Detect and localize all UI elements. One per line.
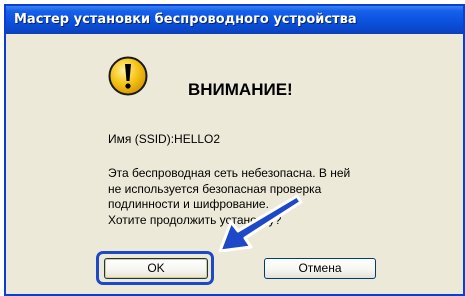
message-line: Хотите продолжить установку? (108, 212, 282, 227)
title-bar[interactable]: Мастер установки беспроводного устройств… (6, 6, 463, 34)
window-title: Мастер установки беспроводного устройств… (14, 12, 357, 27)
message-line: Эта беспроводная сеть небезопасна. В ней (108, 166, 351, 180)
warning-heading: ВНИМАНИЕ! (188, 80, 293, 99)
message-line: не используется безопасная проверка (108, 181, 322, 196)
warning-message: Эта беспроводная сеть небезопасна. В ней… (108, 166, 351, 228)
ssid-label: Имя (SSID):HELLO2 (108, 132, 221, 146)
wireless-setup-dialog: Мастер установки беспроводного устройств… (4, 4, 465, 296)
cancel-button[interactable]: Отмена (264, 258, 376, 279)
ok-button[interactable]: OK (104, 258, 208, 279)
message-line: подлинности и шифрование. (108, 197, 269, 211)
warning-exclamation-icon (108, 56, 148, 96)
